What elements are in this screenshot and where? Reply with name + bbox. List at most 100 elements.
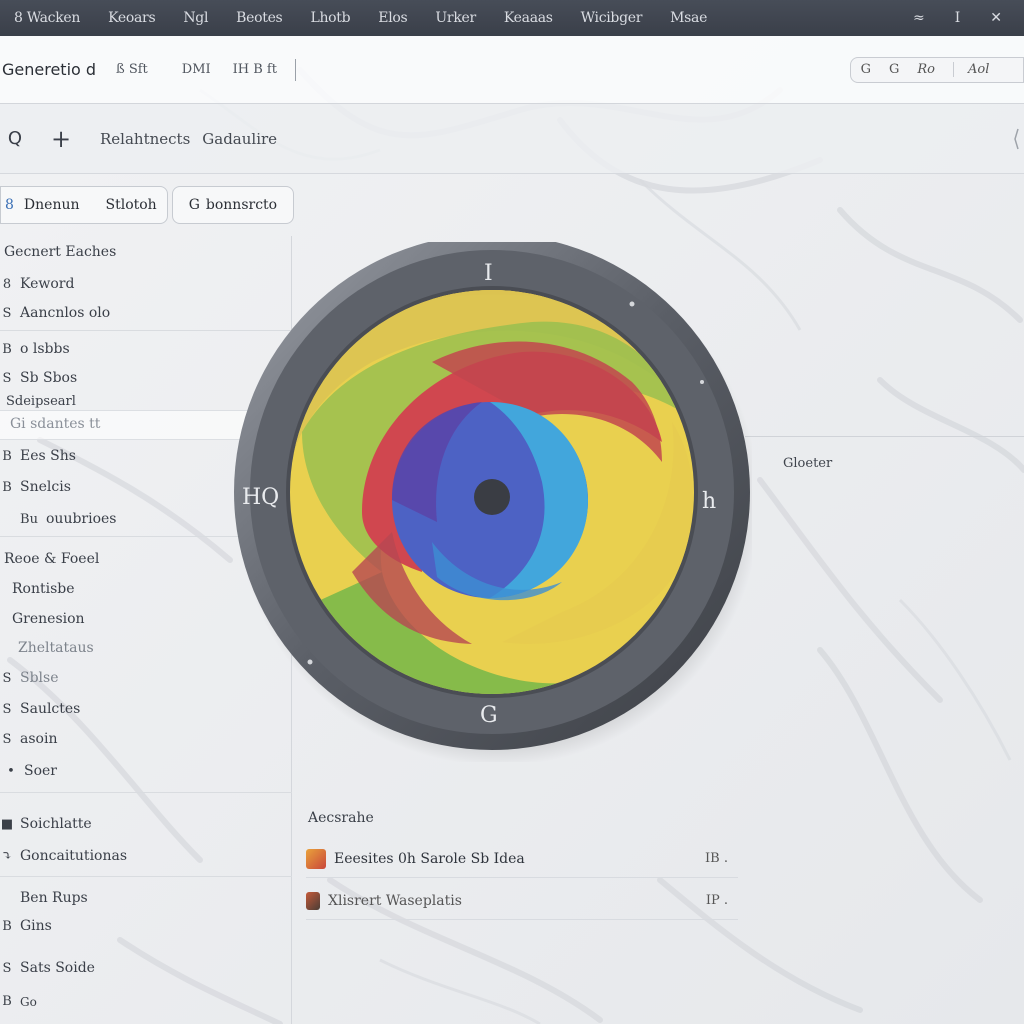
sidebar-item-label: Sdeipsearl: [6, 394, 76, 409]
app-logo-dial[interactable]: I HQ h G: [232, 242, 752, 762]
sidebar-section-header: Reoe & Foeel: [4, 551, 99, 567]
file-type-icon: [306, 848, 326, 869]
file-row[interactable]: Xlisrert Waseplatis IP .: [306, 882, 738, 920]
sidebar-item-label: Soer: [24, 763, 57, 779]
item-icon: B: [2, 994, 12, 1009]
item-icon: S: [2, 370, 12, 386]
sidebar-section-header: Gecnert Eaches: [4, 244, 116, 260]
sidebar-section-title: Gecnert Eaches: [4, 244, 117, 260]
menu-item-6[interactable]: Elos: [364, 10, 421, 26]
file-type-icon: [306, 891, 320, 910]
sidebar-item[interactable]: B Ees Shs: [0, 448, 76, 464]
sidebar-item[interactable]: Zheltataus: [18, 640, 94, 656]
menu-item-10[interactable]: Msae: [656, 10, 721, 26]
menu-item-1[interactable]: 8 Wacken: [0, 10, 94, 26]
title-bar: Generetio d ß Sft DMI IH B ft G G Ro Aol: [0, 36, 1024, 104]
menu-item-9[interactable]: Wicibger: [567, 10, 656, 26]
menu-item-8[interactable]: Keaaas: [490, 10, 567, 26]
sidebar-item-label: Reoe & Foeel: [4, 551, 100, 567]
status-icon[interactable]: I: [955, 10, 961, 26]
menu-item-2[interactable]: Keoars: [94, 10, 169, 26]
sidebar-item[interactable]: Bu ouubrioes: [18, 511, 117, 527]
sidebar-item-label: Ees Shs: [20, 448, 76, 464]
app-title: Generetio d: [2, 60, 97, 79]
panel-label: Gloeter: [783, 456, 833, 471]
sidebar-item[interactable]: Sasoin: [0, 731, 58, 747]
menu-item-3[interactable]: Ngl: [169, 10, 222, 26]
segment-single[interactable]: G bonnsrcto: [171, 186, 295, 224]
menu-item-4[interactable]: Beotes: [222, 10, 296, 26]
settings-icon[interactable]: G: [889, 62, 899, 77]
item-icon: S: [2, 670, 12, 686]
sidebar-item[interactable]: ■ Soichlatte: [0, 816, 92, 832]
source-icon: G: [188, 197, 200, 213]
menu-bar: 8 Wacken Keoars Ngl Beotes Lhotb Elos Ur…: [0, 0, 1024, 36]
sidebar-item-label: ouubrioes: [46, 511, 117, 527]
add-icon[interactable]: +: [46, 124, 76, 154]
sidebar-item-label: Gins: [20, 918, 52, 934]
search-icon[interactable]: Q: [0, 124, 30, 154]
menu-item-7[interactable]: Urker: [421, 10, 489, 26]
sidebar-item[interactable]: Bo lsbbs: [0, 341, 70, 357]
sidebar-item[interactable]: S Aancnlos olo: [0, 305, 111, 321]
sidebar-item-label: Aancnlos olo: [20, 305, 111, 321]
sidebar-item-label: Keword: [20, 276, 75, 292]
item-icon: B: [2, 341, 12, 357]
sidebar-item[interactable]: B Gins: [0, 918, 52, 934]
scroll-handle-icon[interactable]: [1014, 127, 1020, 151]
tab-3[interactable]: IH B ft: [233, 62, 277, 77]
file-row[interactable]: Eeesites 0h Sarole Sb Idea IB .: [306, 840, 738, 878]
breadcrumb-2[interactable]: Gadaulire: [202, 130, 277, 148]
close-icon[interactable]: ✕: [990, 10, 1002, 26]
dial-marker-left: HQ: [242, 485, 279, 510]
item-icon: S: [2, 960, 12, 976]
sidebar-item[interactable]: 8 Keword: [0, 276, 75, 292]
sidebar-item-label: Goncaitutionas: [20, 848, 128, 864]
sidebar-item[interactable]: S Sb Sbos: [0, 370, 78, 386]
sidebar-item[interactable]: S Saulctes: [0, 701, 81, 717]
toolbar: Q + Relahtnects Gadaulire: [0, 104, 1024, 174]
dial-marker-top: I: [484, 261, 493, 286]
view-icon: 8: [5, 197, 14, 213]
refresh-icon[interactable]: G: [861, 62, 871, 77]
sidebar-item[interactable]: Gi sdantes tt: [10, 416, 100, 432]
item-icon: B: [2, 479, 12, 495]
sidebar-item[interactable]: S Sats Soide: [0, 960, 95, 976]
breadcrumb-1[interactable]: Relahtnects: [100, 130, 190, 148]
segment-left[interactable]: Dnenun: [24, 197, 80, 213]
item-icon: B: [2, 918, 12, 934]
sidebar-item-label: o lsbbs: [20, 341, 70, 357]
view-switcher: 8 Dnenun Stlotoh G bonnsrcto: [0, 186, 295, 224]
item-icon: •: [7, 763, 15, 779]
sidebar-item[interactable]: Grenesion: [12, 611, 85, 627]
item-icon: B: [2, 448, 12, 464]
sidebar-item-label: asoin: [20, 731, 58, 747]
action-button[interactable]: Aol: [953, 62, 1013, 77]
item-icon: S: [2, 701, 12, 717]
menu-item-5[interactable]: Lhotb: [296, 10, 364, 26]
dial-marker-right: h: [702, 489, 716, 514]
sidebar-item[interactable]: B Go: [0, 994, 37, 1009]
sidebar-item-label: Snelcis: [20, 479, 71, 495]
zoom-control[interactable]: Ro: [917, 62, 935, 77]
sidebar-item-label: Go: [20, 994, 37, 1009]
sidebar-item[interactable]: • Soer: [4, 763, 57, 779]
sidebar-item-label: Rontisbe: [12, 581, 75, 597]
menubar-status-area: ≈ I ✕: [913, 10, 1024, 26]
segment-right[interactable]: Stlotoh: [106, 197, 157, 213]
sidebar-item[interactable]: Rontisbe: [12, 581, 75, 597]
sidebar-item[interactable]: B Snelcis: [0, 479, 71, 495]
sidebar-item[interactable]: S Sblse: [0, 670, 59, 686]
tab-2[interactable]: DMI: [182, 62, 211, 77]
tab-1[interactable]: ß Sft: [116, 62, 148, 77]
file-meta: IB .: [705, 851, 728, 866]
sidebar-item[interactable]: Ben Rups: [20, 890, 88, 906]
sidebar-item[interactable]: Sdeipsearl: [6, 394, 76, 409]
sidebar-item-label: Sblse: [20, 670, 59, 686]
dial-marker-bottom: G: [480, 703, 498, 728]
segment-single-label: bonnsrcto: [205, 197, 278, 213]
sidebar-item[interactable]: ⤵ Goncaitutionas: [0, 848, 127, 864]
wifi-icon[interactable]: ≈: [913, 10, 925, 26]
file-meta: IP .: [705, 893, 728, 908]
sidebar-divider: [0, 792, 292, 793]
